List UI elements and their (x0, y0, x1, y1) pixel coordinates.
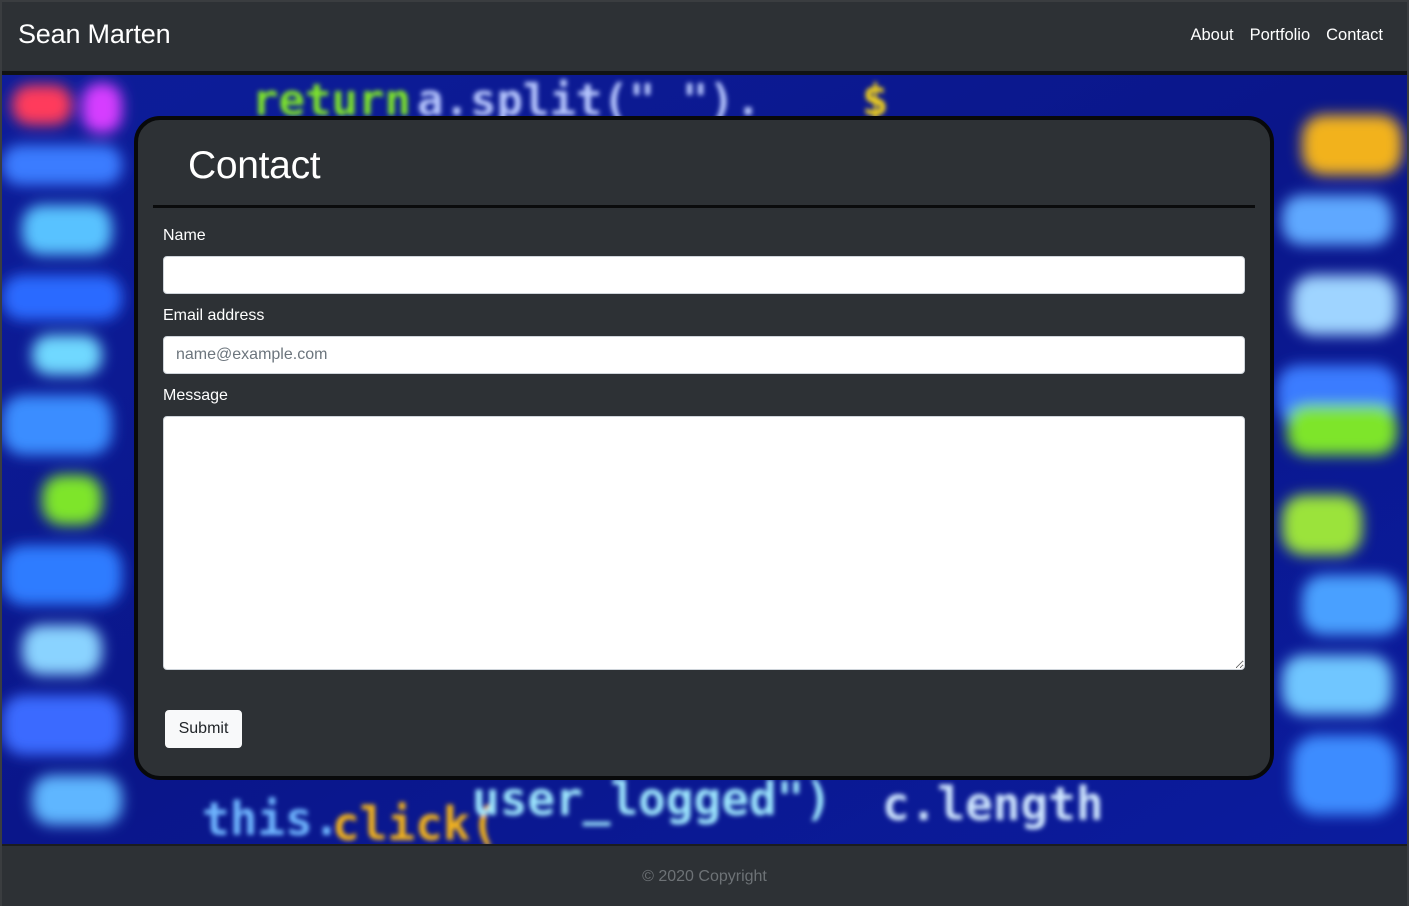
name-label: Name (163, 227, 206, 244)
message-field[interactable] (163, 416, 1245, 670)
copyright-text: © 2020 Copyright (642, 868, 767, 885)
title-divider (153, 205, 1255, 208)
name-field[interactable] (163, 256, 1245, 294)
footer: © 2020 Copyright (2, 844, 1407, 906)
svg-text:c.length: c.length (882, 777, 1104, 831)
email-label: Email address (163, 307, 265, 324)
nav-link-contact[interactable]: Contact (1326, 26, 1383, 45)
email-field[interactable] (163, 336, 1245, 374)
brand-link[interactable]: Sean Marten (18, 19, 171, 50)
svg-text:this.: this. (202, 792, 340, 844)
nav-link-portfolio[interactable]: Portfolio (1250, 26, 1311, 45)
contact-card: Contact Name Email address Message Submi… (134, 116, 1274, 780)
svg-text:user_logged"): user_logged") (472, 772, 832, 826)
message-label: Message (163, 387, 228, 404)
submit-button[interactable]: Submit (165, 710, 242, 748)
page-title: Contact (188, 144, 321, 187)
nav-links: About Portfolio Contact (1174, 26, 1383, 45)
nav-link-about[interactable]: About (1190, 26, 1233, 45)
page-frame: Sean Marten About Portfolio Contact retu… (0, 0, 1409, 906)
top-navbar: Sean Marten About Portfolio Contact (2, 2, 1407, 75)
